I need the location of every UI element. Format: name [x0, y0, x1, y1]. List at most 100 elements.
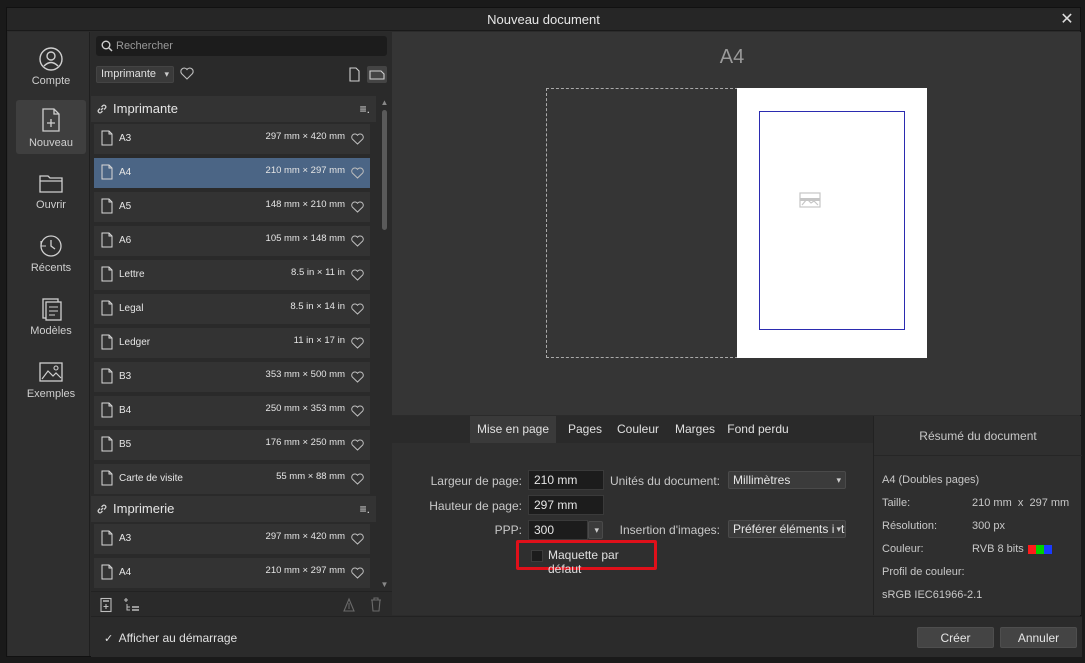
page-height-field[interactable]: 297 mm [528, 495, 604, 515]
preset-row[interactable]: A5 148 mm × 210 mm [94, 192, 370, 222]
summary-title: Résumé du document [874, 416, 1082, 456]
show-at-startup-label: Afficher au démarrage [118, 631, 238, 645]
group-header-imprimerie[interactable]: Imprimerie ≡. [91, 496, 376, 522]
preset-row[interactable]: B5 176 mm × 250 mm [94, 430, 370, 460]
image-placeholder-icon [799, 192, 821, 208]
preset-row[interactable]: B3 353 mm × 500 mm [94, 362, 370, 392]
preset-row[interactable]: Ledger 11 in × 17 in [94, 328, 370, 358]
preset-row[interactable]: A3 297 mm × 420 mm [94, 524, 370, 554]
document-summary: Résumé du document A4 (Doubles pages) Ta… [873, 416, 1082, 615]
summary-size-label: Taille: [882, 497, 911, 509]
preset-row[interactable]: A6 105 mm × 148 mm [94, 226, 370, 256]
page-preview: A4 [392, 32, 1081, 415]
summary-color-label: Couleur: [882, 543, 924, 555]
favorites-heart-icon[interactable] [180, 67, 194, 80]
landscape-orientation-button[interactable] [367, 66, 387, 83]
scroll-down-icon[interactable]: ▼ [380, 580, 389, 589]
preset-row[interactable]: Carte de visite 55 mm × 88 mm [94, 464, 370, 494]
favorite-heart-icon[interactable] [351, 235, 364, 247]
preset-row[interactable]: Lettre 8.5 in × 11 in [94, 260, 370, 290]
favorite-heart-icon[interactable] [351, 303, 364, 315]
tab-marges[interactable]: Marges [669, 416, 721, 443]
document-icon [101, 130, 113, 146]
search-input[interactable]: Rechercher [96, 36, 387, 56]
preset-size: 210 mm × 297 mm [265, 165, 345, 176]
preset-row[interactable]: A4 210 mm × 297 mm [94, 158, 370, 188]
document-units-select[interactable]: Millimètres ▾ [728, 471, 846, 489]
add-category-icon[interactable] [123, 597, 141, 613]
tab-mise-en-page[interactable]: Mise en page [470, 416, 556, 443]
document-icon [101, 368, 113, 384]
settings-panel: Mise en page Pages Couleur Marges Fond p… [392, 416, 873, 615]
chevron-down-icon: ▾ [164, 69, 169, 79]
new-document-dialog: Nouveau document ✕ Compte Nouveau Ouvrir… [6, 7, 1082, 657]
sidebar-nav: Compte Nouveau Ouvrir Récents Modèles Ex… [8, 32, 90, 656]
summary-profile-label: Profil de couleur: [882, 566, 965, 578]
list-toolbar [91, 591, 392, 616]
image-placement-select[interactable]: Préférer éléments intégrés ▾ [728, 520, 846, 538]
dpi-field[interactable]: 300 [528, 520, 588, 540]
tab-pages[interactable]: Pages [562, 416, 608, 443]
group-menu-icon[interactable]: ≡. [360, 96, 370, 122]
list-scrollbar[interactable]: ▲ ▼ [380, 98, 389, 592]
new-document-icon [42, 108, 60, 132]
portrait-orientation-button[interactable] [344, 66, 364, 83]
favorite-heart-icon[interactable] [351, 269, 364, 281]
favorite-heart-icon[interactable] [351, 439, 364, 451]
favorite-heart-icon[interactable] [351, 337, 364, 349]
nav-item-nouveau[interactable]: Nouveau [16, 100, 86, 154]
document-icon [101, 266, 113, 282]
document-units-value: Millimètres [733, 473, 791, 487]
document-icon [101, 402, 113, 418]
favorite-heart-icon[interactable] [351, 371, 364, 383]
category-dropdown[interactable]: Imprimante ▾ [96, 66, 174, 83]
nav-item-recents[interactable]: Récents [16, 227, 86, 281]
favorite-heart-icon[interactable] [351, 133, 364, 145]
preset-row[interactable]: Legal 8.5 in × 14 in [94, 294, 370, 324]
scroll-up-icon[interactable]: ▲ [380, 98, 389, 107]
nav-label-nouveau: Nouveau [28, 137, 74, 149]
preset-name: A4 [119, 167, 132, 178]
nav-item-compte[interactable]: Compte [16, 40, 86, 94]
chevron-down-icon: ▾ [834, 521, 841, 537]
favorite-heart-icon[interactable] [351, 405, 364, 417]
page-width-field[interactable]: 210 mm [528, 470, 604, 490]
close-icon[interactable]: ✕ [1058, 8, 1076, 31]
checkmark-icon: ✓ [104, 633, 114, 645]
add-preset-icon[interactable] [99, 597, 113, 613]
nav-label-modeles: Modèles [30, 325, 72, 337]
favorite-heart-icon[interactable] [351, 567, 364, 579]
preset-row[interactable]: B4 250 mm × 353 mm [94, 396, 370, 426]
preset-size: 353 mm × 500 mm [265, 369, 345, 380]
scrollbar-thumb[interactable] [382, 110, 387, 230]
summary-resolution-label: Résolution: [882, 520, 938, 532]
document-icon [101, 198, 113, 214]
favorite-heart-icon[interactable] [351, 201, 364, 213]
cancel-button[interactable]: Annuler [1000, 627, 1077, 648]
dpi-dropdown-button[interactable]: ▾ [588, 521, 603, 539]
link-icon [97, 504, 107, 514]
group-header-imprimante[interactable]: Imprimante ≡. [91, 96, 376, 122]
preset-row[interactable]: A3 297 mm × 420 mm [94, 124, 370, 154]
favorite-heart-icon[interactable] [351, 167, 364, 179]
default-master-checkbox[interactable] [531, 550, 543, 562]
nav-item-modeles[interactable]: Modèles [16, 290, 86, 344]
create-button[interactable]: Créer [917, 627, 994, 648]
show-at-startup-checkbox[interactable]: ✓ Afficher au démarrage [104, 631, 237, 645]
nav-item-exemples[interactable]: Exemples [16, 353, 86, 407]
preset-list-panel: Rechercher Imprimante ▾ Imprimante ≡. A3… [91, 32, 392, 615]
favorite-heart-icon[interactable] [351, 533, 364, 545]
preview-page [737, 88, 927, 358]
document-icon [101, 564, 113, 580]
favorite-heart-icon[interactable] [351, 473, 364, 485]
tab-couleur[interactable]: Couleur [611, 416, 665, 443]
group-menu-icon[interactable]: ≡. [360, 496, 370, 522]
trash-icon[interactable] [369, 596, 383, 612]
filter-bar: Imprimante ▾ [96, 66, 387, 86]
save-preset-icon[interactable] [342, 597, 356, 613]
summary-color-value-row: RVB 8 bits [972, 543, 1072, 555]
dialog-titlebar: Nouveau document ✕ [7, 8, 1080, 31]
tab-fond-perdu[interactable]: Fond perdu [725, 416, 791, 443]
nav-item-ouvrir[interactable]: Ouvrir [16, 164, 86, 218]
preset-row[interactable]: A4 210 mm × 297 mm [94, 558, 370, 588]
